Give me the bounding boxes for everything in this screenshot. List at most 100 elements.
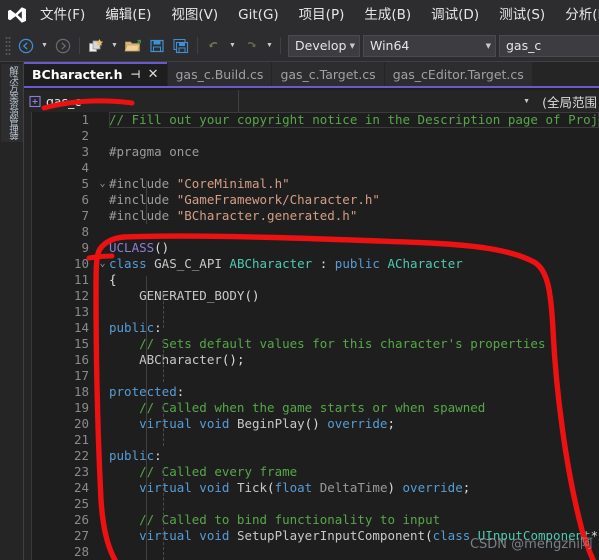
code-line[interactable]: 17: [24, 368, 599, 384]
code-token: :: [312, 256, 335, 271]
code-text[interactable]: class GAS_C_API ABCharacter : public ACh…: [109, 256, 599, 272]
code-line[interactable]: 15 // Sets default values for this chara…: [24, 336, 599, 352]
code-text[interactable]: UCLASS(): [109, 240, 599, 256]
editor-tab-1[interactable]: gas_c.Build.cs: [167, 62, 273, 86]
code-text[interactable]: public:: [109, 320, 599, 336]
code-token: (): [304, 416, 328, 431]
code-line[interactable]: 21: [24, 432, 599, 448]
code-token: // Sets default values for this characte…: [109, 336, 546, 351]
solution-configuration-dropdown[interactable]: Develop ▼: [288, 34, 360, 57]
line-number: 6: [81, 192, 89, 207]
code-line[interactable]: 12 GENERATED_BODY(): [24, 288, 599, 304]
chevron-down-icon[interactable]: ▼: [517, 98, 536, 105]
code-token: #include: [109, 192, 177, 207]
new-item-chevron-down-icon[interactable]: ▼: [108, 34, 121, 58]
code-text[interactable]: // Called every frame: [109, 464, 599, 480]
code-editor[interactable]: 1 // Fill out your copyright notice in th…: [24, 112, 599, 560]
code-line[interactable]: 3 #pragma once: [24, 144, 599, 160]
code-line[interactable]: 5 ⌄ #include "CoreMinimal.h": [24, 176, 599, 192]
code-token: SetupPlayerInputComponent: [236, 528, 426, 543]
visual-studio-window: 文件(F) 编辑(E) 视图(V) Git(G) 项目(P) 生成(B) 调试(D) 测试(S…: [0, 0, 599, 560]
code-line[interactable]: 10 ⌄ class GAS_C_API ABCharacter : public …: [24, 256, 599, 272]
code-line[interactable]: 7 #include "BCharacter.generated.h": [24, 208, 599, 224]
line-number: 14: [73, 320, 89, 335]
code-token: override: [402, 480, 463, 495]
code-text[interactable]: virtual void BeginPlay() override;: [109, 416, 599, 432]
new-item-icon[interactable]: [84, 34, 108, 58]
code-text[interactable]: // Called to bind functionality to input: [109, 512, 599, 528]
code-line[interactable]: 9 UCLASS(): [24, 240, 599, 256]
save-all-icon[interactable]: [169, 34, 193, 58]
solution-platform-dropdown[interactable]: Win64 ▼: [363, 34, 496, 57]
code-line[interactable]: 19 // Called when the game starts or whe…: [24, 400, 599, 416]
code-line[interactable]: 6 #include "GameFramework/Character.h": [24, 192, 599, 208]
project-selector[interactable]: gas_c: [24, 90, 239, 112]
editor-tab-3[interactable]: gas_cEditor.Target.cs: [384, 62, 533, 86]
code-line[interactable]: 4: [24, 160, 599, 176]
menu-item-8[interactable]: 分析(N): [555, 2, 599, 28]
startup-project-dropdown[interactable]: gas_c: [499, 34, 599, 57]
save-icon[interactable]: [145, 34, 169, 58]
navigate-forward-icon[interactable]: [51, 34, 75, 58]
back-history-chevron-down-icon[interactable]: ▼: [38, 34, 51, 58]
navigate-back-icon[interactable]: [14, 34, 38, 58]
code-text[interactable]: #include "CoreMinimal.h": [109, 176, 599, 192]
menu-item-6[interactable]: 调试(D): [421, 2, 489, 28]
code-line[interactable]: 25: [24, 496, 599, 512]
close-icon[interactable]: ✕: [148, 67, 159, 82]
code-line[interactable]: 13: [24, 304, 599, 320]
menu-item-3[interactable]: Git(G): [228, 2, 289, 28]
code-text[interactable]: {: [109, 272, 599, 288]
menu-item-5[interactable]: 生成(B): [354, 2, 421, 28]
fold-toggle-icon[interactable]: ⌄: [96, 256, 109, 272]
code-line[interactable]: 1 // Fill out your copyright notice in th…: [24, 112, 599, 128]
code-lines-container[interactable]: 1 // Fill out your copyright notice in th…: [24, 112, 599, 560]
code-token: ();: [221, 352, 245, 367]
menu-item-4[interactable]: 项目(P): [289, 2, 355, 28]
code-text[interactable]: #include "GameFramework/Character.h": [109, 192, 599, 208]
code-line[interactable]: 23 // Called every frame: [24, 464, 599, 480]
code-text[interactable]: #include "BCharacter.generated.h": [109, 208, 599, 224]
line-number: 15: [73, 336, 89, 351]
code-text[interactable]: // Fill out your copyright notice in the…: [109, 112, 599, 128]
code-text[interactable]: protected:: [109, 384, 599, 400]
code-token: Tick: [236, 480, 268, 495]
menu-item-1[interactable]: 编辑(E): [95, 2, 161, 28]
code-line[interactable]: 14 public:: [24, 320, 599, 336]
code-token: ABCharacter: [109, 352, 222, 367]
line-number: 23: [73, 464, 89, 479]
toolbar-grip-icon[interactable]: [2, 35, 14, 57]
code-line[interactable]: 24 virtual void Tick(float DeltaTime) ov…: [24, 480, 599, 496]
code-line[interactable]: 8: [24, 224, 599, 240]
line-number: 19: [73, 400, 89, 415]
fold-toggle-icon[interactable]: ⌄: [96, 176, 109, 192]
code-text[interactable]: virtual void Tick(float DeltaTime) overr…: [109, 480, 599, 496]
code-line[interactable]: 18 protected:: [24, 384, 599, 400]
editor-tab-2[interactable]: gas_c.Target.cs: [272, 62, 385, 86]
code-token: "CoreMinimal.h": [176, 176, 290, 191]
menu-item-2[interactable]: 视图(V): [161, 2, 228, 28]
code-text[interactable]: // Called when the game starts or when s…: [109, 400, 599, 416]
code-text[interactable]: // Sets default values for this characte…: [109, 336, 599, 352]
menu-item-0[interactable]: 文件(F): [30, 2, 95, 28]
scope-selector[interactable]: ▼ (全局范围: [239, 90, 599, 112]
code-line[interactable]: 22 public:: [24, 448, 599, 464]
code-text[interactable]: public:: [109, 448, 599, 464]
open-folder-icon[interactable]: [121, 34, 145, 58]
project-node-icon: [28, 94, 42, 108]
code-line[interactable]: 20 virtual void BeginPlay() override;: [24, 416, 599, 432]
pin-icon[interactable]: ⊣: [131, 68, 141, 81]
code-line[interactable]: 11 {: [24, 272, 599, 288]
solution-explorer-vertical-tab[interactable]: 解决方案资源管理器: [1, 64, 23, 142]
code-token: (): [154, 240, 170, 255]
code-text[interactable]: #pragma once: [109, 144, 599, 160]
menu-item-7[interactable]: 测试(S): [489, 2, 555, 28]
code-text[interactable]: ABCharacter();: [109, 352, 599, 368]
code-text[interactable]: GENERATED_BODY(): [109, 288, 599, 304]
code-line[interactable]: 16 ABCharacter();: [24, 352, 599, 368]
code-line[interactable]: 26 // Called to bind functionality to in…: [24, 512, 599, 528]
editor-tab-0[interactable]: BCharacter.h ⊣ ✕: [24, 62, 168, 86]
line-number: 10: [73, 256, 89, 271]
member-block-guide: [163, 292, 164, 328]
code-line[interactable]: 2: [24, 128, 599, 144]
